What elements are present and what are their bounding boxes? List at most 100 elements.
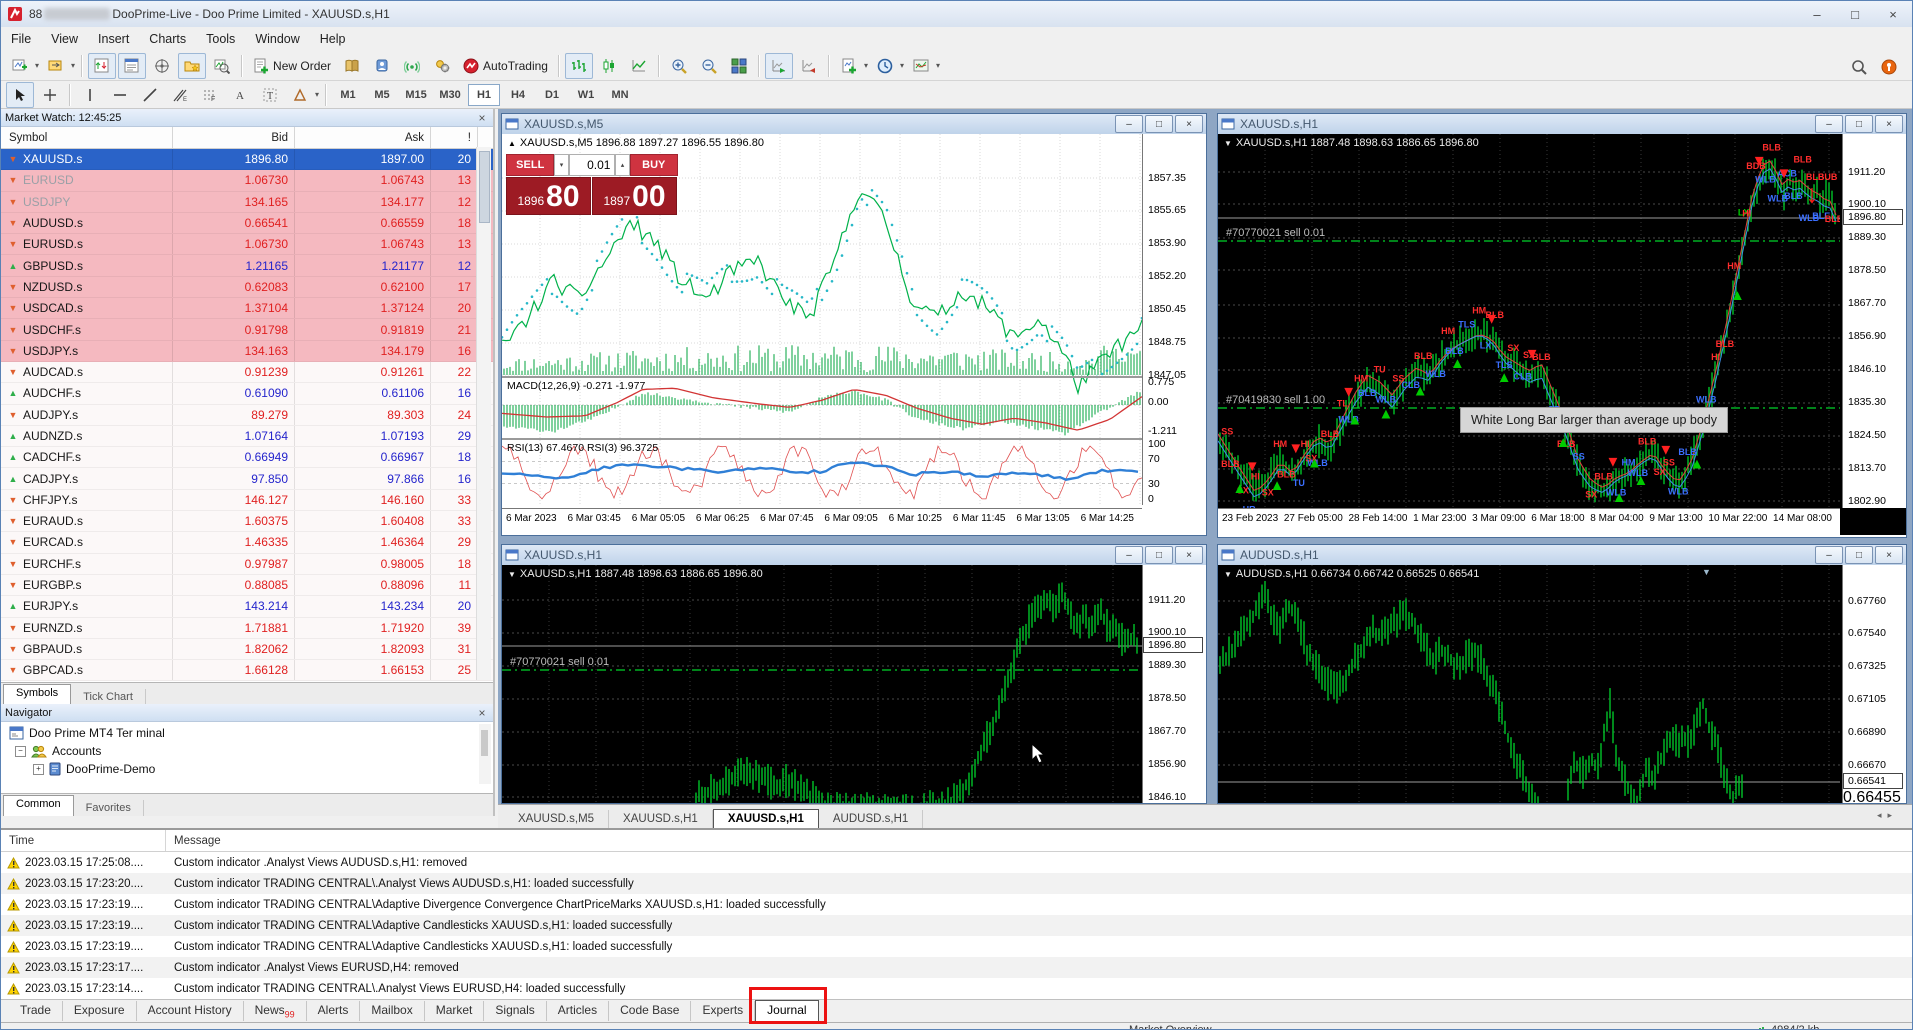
chart-restore-button[interactable]: □ xyxy=(1845,115,1873,133)
chart-window-xauusd-h1-bottom[interactable]: XAUUSD.s,H1 – □ × ▼XAUUSD.s,H1 1887.48 1… xyxy=(501,544,1207,804)
terminal-tab[interactable]: Articles xyxy=(547,1001,609,1021)
market-watch-row[interactable]: AUDUSD.s 0.66541 0.66559 18 xyxy=(1,213,493,234)
scrollbar-thumb[interactable] xyxy=(479,151,490,223)
journal-row[interactable]: 2023.03.15 17:23:19.... Custom indicator… xyxy=(1,936,1913,957)
market-watch-row[interactable]: USDCHF.s 0.91798 0.91819 21 xyxy=(1,319,493,340)
timeframe-button[interactable]: M15 xyxy=(400,84,432,106)
market-watch-row[interactable]: EURCHF.s 0.97987 0.98005 18 xyxy=(1,554,493,575)
expert-advisors-button[interactable] xyxy=(428,53,456,79)
market-watch-tab[interactable]: Tick Chart xyxy=(71,689,146,705)
column-time[interactable]: Time xyxy=(1,830,166,851)
chart-plot-area[interactable]: ▲XAUUSD.s,M5 1896.88 1897.27 1896.55 189… xyxy=(502,134,1206,535)
sell-button[interactable]: SELL xyxy=(506,154,554,176)
navigator-item-dooprime-demo[interactable]: + DooPrime-Demo xyxy=(5,760,493,778)
market-watch-row[interactable]: AUDCAD.s 0.91239 0.91261 22 xyxy=(1,362,493,383)
collapse-caret-icon[interactable]: ▲ xyxy=(508,139,516,148)
tab-scroll-left-icon[interactable]: ◂ xyxy=(1877,810,1882,821)
market-watch-row[interactable]: EURJPY.s 143.214 143.234 20 xyxy=(1,596,493,617)
market-watch-row[interactable]: EURUSD 1.06730 1.06743 13 xyxy=(1,170,493,191)
journal-row[interactable]: 2023.03.15 17:23:19.... Custom indicator… xyxy=(1,894,1913,915)
terminal-tab[interactable]: Experts xyxy=(691,1001,755,1021)
journal-row[interactable]: 2023.03.15 17:25:08.... Custom indicator… xyxy=(1,852,1913,873)
timeframe-button[interactable]: H1 xyxy=(468,84,500,106)
market-watch-row[interactable]: EURUSD.s 1.06730 1.06743 13 xyxy=(1,234,493,255)
market-watch-row[interactable]: GBPAUD.s 1.82062 1.82093 31 xyxy=(1,639,493,660)
zoom-in-button[interactable] xyxy=(665,53,693,79)
tile-windows-button[interactable] xyxy=(725,53,753,79)
volume-increase-button[interactable]: ▴ xyxy=(615,154,629,176)
new-chart-button[interactable] xyxy=(6,53,34,79)
window-close-button[interactable]: × xyxy=(1874,3,1912,25)
market-watch-row[interactable]: CHFJPY.s 146.127 146.160 33 xyxy=(1,490,493,511)
label-tool[interactable]: T xyxy=(256,82,284,108)
chart-tab[interactable]: XAUUSD.s,H1 xyxy=(609,810,713,828)
collapse-expander-icon[interactable]: − xyxy=(15,746,26,757)
market-watch-row[interactable]: NZDUSD.s 0.62083 0.62100 17 xyxy=(1,277,493,298)
chart-window-audusd-h1[interactable]: AUDUSD.s,H1 – □ × ▼AUDUSD.s,H1 0.66734 0… xyxy=(1217,544,1907,804)
candlestick-chart-button[interactable] xyxy=(595,53,623,79)
profiles-button[interactable] xyxy=(42,53,70,79)
menu-item[interactable]: Help xyxy=(310,27,356,51)
collapse-caret-icon[interactable]: ▼ xyxy=(1224,570,1232,579)
column-bid[interactable]: Bid xyxy=(173,127,295,148)
new-chart-dropdown[interactable]: ▾ xyxy=(35,61,39,70)
terminal-tab[interactable]: Signals xyxy=(484,1001,546,1021)
profiles-dropdown[interactable]: ▾ xyxy=(71,61,75,70)
chart-tab[interactable]: AUDUSD.s,H1 xyxy=(819,810,923,828)
market-watch-row[interactable]: AUDJPY.s 89.279 89.303 24 xyxy=(1,405,493,426)
market-watch-row[interactable]: XAUUSD.s 1896.80 1897.00 20 xyxy=(1,149,493,170)
chart-titlebar[interactable]: AUDUSD.s,H1 – □ × xyxy=(1218,545,1906,565)
terminal-tab[interactable]: Exposure xyxy=(63,1001,137,1021)
terminal-tab[interactable]: News99 xyxy=(244,1001,307,1021)
terminal-tab[interactable]: Code Base xyxy=(609,1001,691,1021)
zoom-out-button[interactable] xyxy=(695,53,723,79)
trendline-tool[interactable] xyxy=(136,82,164,108)
timeframe-button[interactable]: W1 xyxy=(570,84,602,106)
market-watch-row[interactable]: EURAUD.s 1.60375 1.60408 33 xyxy=(1,511,493,532)
market-watch-header[interactable]: Market Watch: 12:45:25 × xyxy=(1,109,493,127)
indicators-dropdown[interactable]: ▾ xyxy=(864,61,868,70)
timeframe-button[interactable]: M30 xyxy=(434,84,466,106)
market-watch-row[interactable]: CADCHF.s 0.66949 0.66967 18 xyxy=(1,447,493,468)
menu-item[interactable]: Window xyxy=(245,27,309,51)
chart-close-button[interactable]: × xyxy=(1175,115,1203,133)
journal-row[interactable]: 2023.03.15 17:23:14.... Custom indicator… xyxy=(1,978,1913,999)
terminal-button[interactable] xyxy=(178,53,206,79)
volume-decrease-button[interactable]: ▾ xyxy=(554,154,568,176)
bar-chart-button[interactable] xyxy=(565,53,593,79)
market-watch-tab[interactable]: Symbols xyxy=(3,684,71,705)
market-watch-row[interactable]: EURNZD.s 1.71881 1.71920 39 xyxy=(1,618,493,639)
navigator-tab[interactable]: Favorites xyxy=(74,800,144,816)
chart-minimize-button[interactable]: – xyxy=(1115,546,1143,564)
journal-row[interactable]: 2023.03.15 17:23:19.... Custom indicator… xyxy=(1,915,1913,936)
journal-row[interactable]: 2023.03.15 17:23:20.... Custom indicator… xyxy=(1,873,1913,894)
market-watch-row[interactable]: AUDCHF.s 0.61090 0.61106 16 xyxy=(1,383,493,404)
indicators-button[interactable] xyxy=(835,53,863,79)
timeframe-button[interactable]: M1 xyxy=(332,84,364,106)
chart-titlebar[interactable]: XAUUSD.s,M5 – □ × xyxy=(502,114,1206,134)
market-watch-row[interactable]: USDJPY.s 134.163 134.179 16 xyxy=(1,341,493,362)
menu-item[interactable]: View xyxy=(41,27,88,51)
order-line-label[interactable]: #70770021 sell 0.01 xyxy=(1226,227,1325,239)
market-watch-row[interactable]: GBPCAD.s 1.66128 1.66153 25 xyxy=(1,660,493,681)
periods-dropdown[interactable]: ▾ xyxy=(900,61,904,70)
order-line-label[interactable]: #70770021 sell 0.01 xyxy=(510,656,609,668)
navigator-item-accounts[interactable]: − Accounts xyxy=(5,742,493,760)
order-line-label[interactable]: #70419830 sell 1.00 xyxy=(1226,394,1325,406)
menu-item[interactable]: Tools xyxy=(196,27,245,51)
timeframe-button[interactable]: H4 xyxy=(502,84,534,106)
shapes-tool[interactable] xyxy=(286,82,314,108)
chart-plot-area[interactable]: ▼XAUUSD.s,H1 1887.48 1898.63 1886.65 189… xyxy=(502,565,1206,803)
market-watch-row[interactable]: CADJPY.s 97.850 97.866 16 xyxy=(1,468,493,489)
templates-dropdown[interactable]: ▾ xyxy=(936,61,940,70)
new-order-button[interactable]: New Order xyxy=(248,54,336,78)
chart-close-button[interactable]: × xyxy=(1175,546,1203,564)
chart-minimize-button[interactable]: – xyxy=(1815,115,1843,133)
chart-plot-area[interactable]: ▼AUDUSD.s,H1 0.66734 0.66742 0.66525 0.6… xyxy=(1218,565,1906,803)
market-watch-row[interactable]: USDJPY 134.165 134.177 12 xyxy=(1,192,493,213)
metaeditor-button[interactable] xyxy=(338,53,366,79)
signals-button[interactable] xyxy=(398,53,426,79)
window-minimize-button[interactable]: – xyxy=(1798,3,1836,25)
mql-wizard-button[interactable] xyxy=(368,53,396,79)
column-ask[interactable]: Ask xyxy=(295,127,431,148)
